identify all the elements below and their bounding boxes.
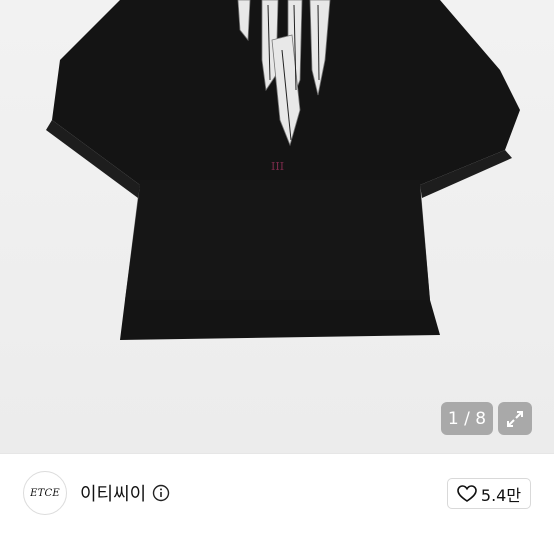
store-logo[interactable]: ETCE (23, 471, 67, 515)
pager-label: 1 / 8 (447, 408, 487, 429)
tshirt-image: III (46, 0, 520, 340)
store-name[interactable]: 이티씨이 (80, 480, 146, 506)
expand-button[interactable] (498, 402, 532, 435)
svg-text:III: III (271, 160, 284, 173)
expand-arrows-icon (507, 410, 523, 427)
product-image[interactable]: III (0, 0, 554, 453)
heart-outline-icon (457, 484, 477, 502)
like-button[interactable]: 5.4만 (447, 478, 531, 509)
store-logo-text: ETCE (30, 487, 60, 499)
image-pager: 1 / 8 (441, 402, 493, 435)
like-count: 5.4만 (480, 485, 522, 505)
info-circle-icon[interactable] (152, 484, 170, 502)
